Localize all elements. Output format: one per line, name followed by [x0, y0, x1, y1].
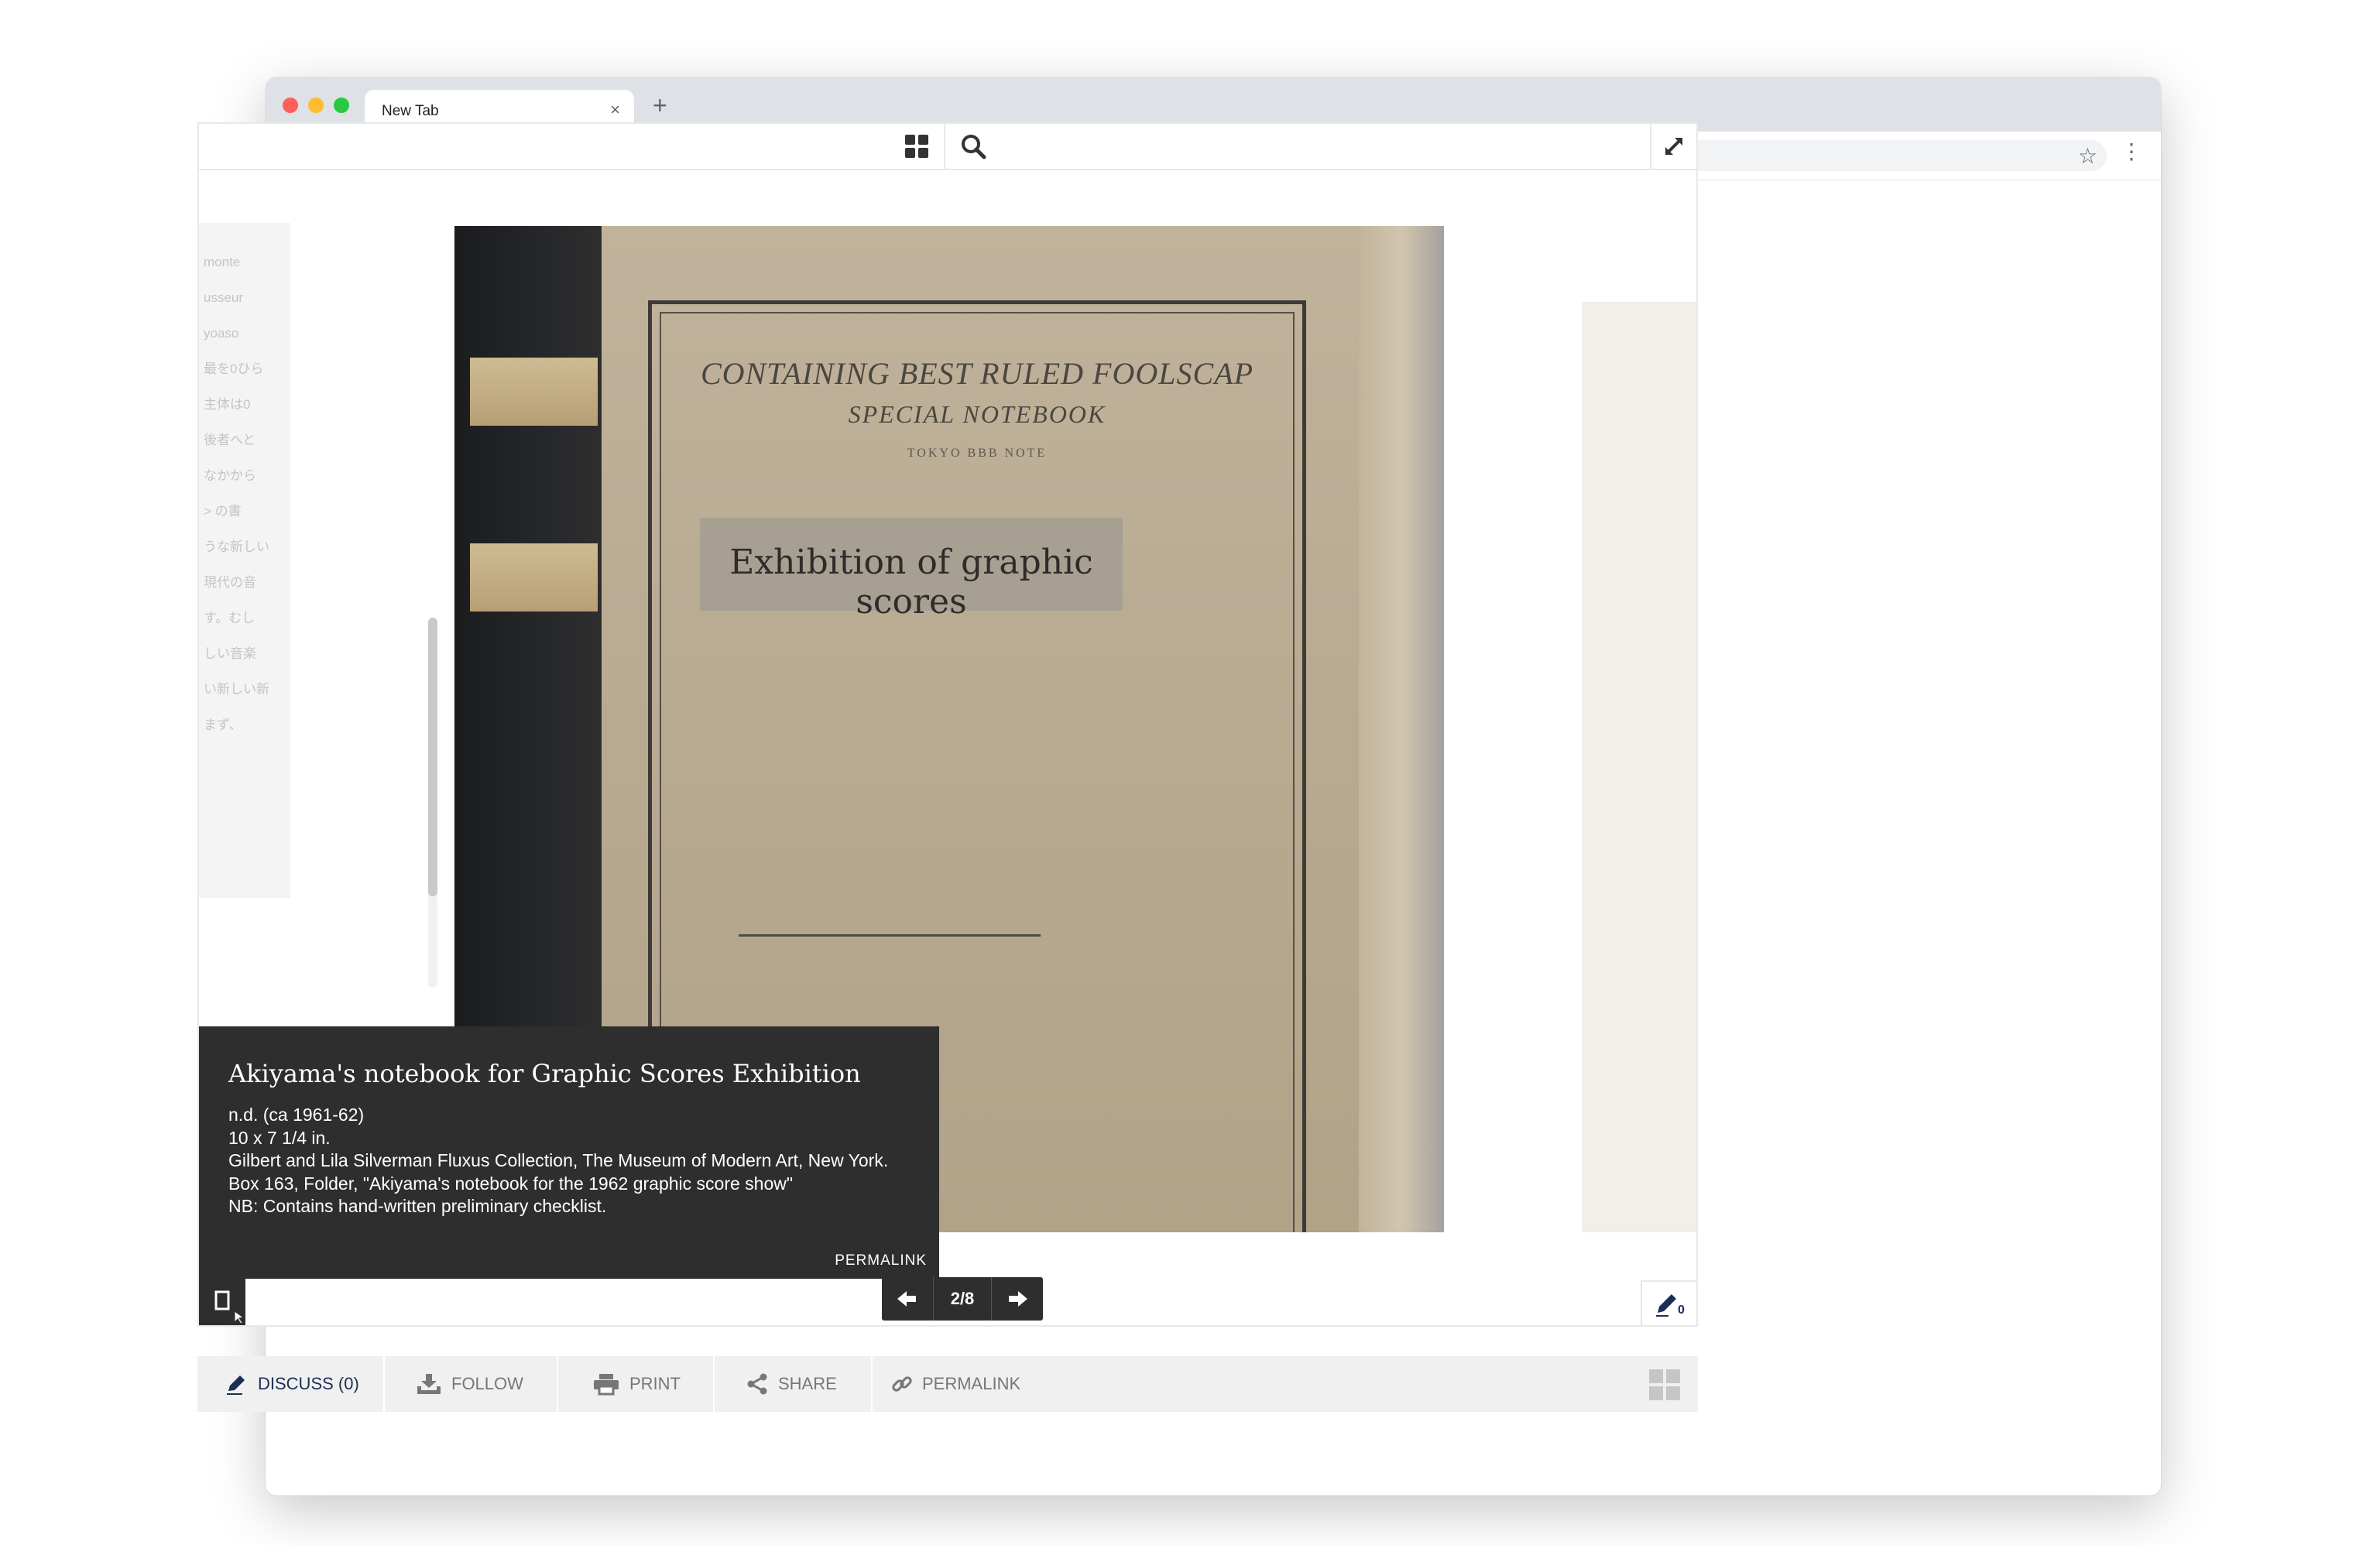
single-page-icon	[214, 1290, 245, 1324]
next-page-preview[interactable]	[1582, 302, 1696, 1232]
action-bar: DISCUSS (0) FOLLOW PRINT SHARE PERMALINK	[197, 1356, 1698, 1412]
cover-subheading: SPECIAL NOTEBOOK	[848, 400, 1106, 428]
previous-page-text: monte usseur yoaso 最を0ひら主体は0 後者へとなかから > の書うな新…	[204, 245, 269, 743]
previous-page-text-line: yoaso	[204, 326, 239, 341]
document-viewer: monte usseur yoaso 最を0ひら主体は0 後者へとなかから > の書うな新…	[197, 122, 1698, 1327]
printer-icon	[594, 1374, 619, 1396]
close-window-dot[interactable]	[283, 98, 298, 113]
tab-close-icon[interactable]: ×	[610, 100, 620, 120]
previous-page-text-line: 主体は0	[204, 397, 251, 412]
print-button[interactable]: PRINT	[592, 1356, 681, 1412]
share-button[interactable]: SHARE	[746, 1356, 837, 1412]
maximize-window-dot[interactable]	[334, 98, 349, 113]
link-icon	[892, 1376, 912, 1392]
previous-page-text-line: > の書	[204, 504, 242, 519]
previous-page-text-line: す。むし	[204, 611, 255, 625]
previous-page-text-line: しい音楽	[204, 646, 256, 661]
permalink-label: PERMALINK	[922, 1374, 1021, 1393]
new-tab-button[interactable]: +	[653, 93, 667, 118]
previous-page-text-line: まず、	[204, 718, 242, 732]
scrollbar-thumb[interactable]	[428, 618, 437, 896]
minimize-window-dot[interactable]	[308, 98, 324, 113]
scrollbar[interactable]	[428, 618, 437, 988]
cover-label-text: Exhibition of graphic scores	[729, 543, 1093, 622]
caption-line: n.d. (ca 1961-62)	[228, 1105, 365, 1125]
caption-line: 10 x 7 1/4 in.	[228, 1127, 331, 1148]
action-divider	[871, 1356, 873, 1412]
caption-line: Box 163, Folder, "Akiyama's notebook for…	[228, 1173, 794, 1194]
previous-page-preview[interactable]: monte usseur yoaso 最を0ひら主体は0 後者へとなかから > の書うな新…	[199, 223, 290, 898]
previous-page-text-line: 最を0ひら	[204, 361, 264, 376]
page-pager: 2/8	[882, 1277, 1043, 1321]
viewer-top-bar	[199, 124, 1696, 170]
download-tray-icon	[417, 1374, 441, 1394]
bookmark-star-icon[interactable]: ☆	[2078, 143, 2097, 169]
binding-tape	[470, 358, 598, 426]
caption-body: n.d. (ca 1961-62) 10 x 7 1/4 in. Gilbert…	[228, 1104, 910, 1218]
caption-permalink-link[interactable]: PERMALINK	[835, 1252, 927, 1269]
previous-page-text-line: なかから	[204, 468, 256, 483]
previous-page-text-line: 後者へと	[204, 433, 256, 447]
toolbar-divider	[944, 124, 945, 169]
cover-brand: TOKYO BBB NOTE	[907, 447, 1048, 460]
previous-page-text-line: うな新しい	[204, 540, 269, 554]
share-icon	[747, 1373, 767, 1395]
tab-title: New Tab	[382, 103, 439, 119]
arrow-right-icon	[1009, 1291, 1027, 1307]
page-toggle-button[interactable]	[199, 1279, 245, 1325]
caption-panel: Akiyama's notebook for Graphic Scores Ex…	[199, 1026, 939, 1279]
caption-line: Gilbert and Lila Silverman Fluxus Collec…	[228, 1150, 889, 1170]
annotations-button[interactable]: 0	[1641, 1280, 1696, 1325]
previous-page-text-line: 現代の音	[204, 575, 256, 590]
caption-line: NB: Contains hand-written preliminary ch…	[228, 1196, 607, 1216]
next-page-button[interactable]	[993, 1277, 1043, 1321]
follow-label: FOLLOW	[451, 1374, 523, 1393]
grid-layout-icon[interactable]	[1648, 1369, 1681, 1401]
permalink-button[interactable]: PERMALINK	[891, 1356, 1020, 1412]
grid-icon[interactable]	[904, 133, 930, 159]
discuss-button[interactable]: DISCUSS (0)	[225, 1356, 359, 1412]
caption-title: Akiyama's notebook for Graphic Scores Ex…	[228, 1059, 861, 1088]
notebook-edge	[1359, 226, 1444, 1232]
expand-icon	[1665, 138, 1682, 155]
search-icon[interactable]	[959, 132, 987, 160]
arrow-left-icon	[897, 1291, 916, 1307]
action-divider	[557, 1356, 558, 1412]
action-divider	[383, 1356, 385, 1412]
previous-page-button[interactable]	[882, 1277, 931, 1321]
previous-page-text-line: monte	[204, 255, 241, 269]
fullscreen-button[interactable]	[1650, 124, 1696, 169]
discuss-label: DISCUSS (0)	[258, 1374, 359, 1393]
cover-label: Exhibition of graphic scores	[700, 518, 1123, 622]
print-label: PRINT	[629, 1374, 681, 1393]
annotation-count: 0	[1678, 1303, 1685, 1317]
cover-heading: CONTAINING BEST RULED FOOLSCAP	[700, 356, 1254, 391]
cover-signature-line	[739, 934, 1041, 937]
page-counter: 2/8	[933, 1277, 992, 1321]
previous-page-text-line: usseur	[204, 290, 244, 305]
previous-page-text-line: い新しい新	[204, 682, 269, 697]
binding-tape	[470, 543, 598, 611]
follow-button[interactable]: FOLLOW	[416, 1356, 523, 1412]
action-divider	[713, 1356, 715, 1412]
share-label: SHARE	[778, 1374, 837, 1393]
pencil-icon	[1656, 1294, 1676, 1317]
pencil-icon	[227, 1375, 245, 1395]
browser-menu-icon[interactable]: ⋮	[2121, 141, 2142, 163]
